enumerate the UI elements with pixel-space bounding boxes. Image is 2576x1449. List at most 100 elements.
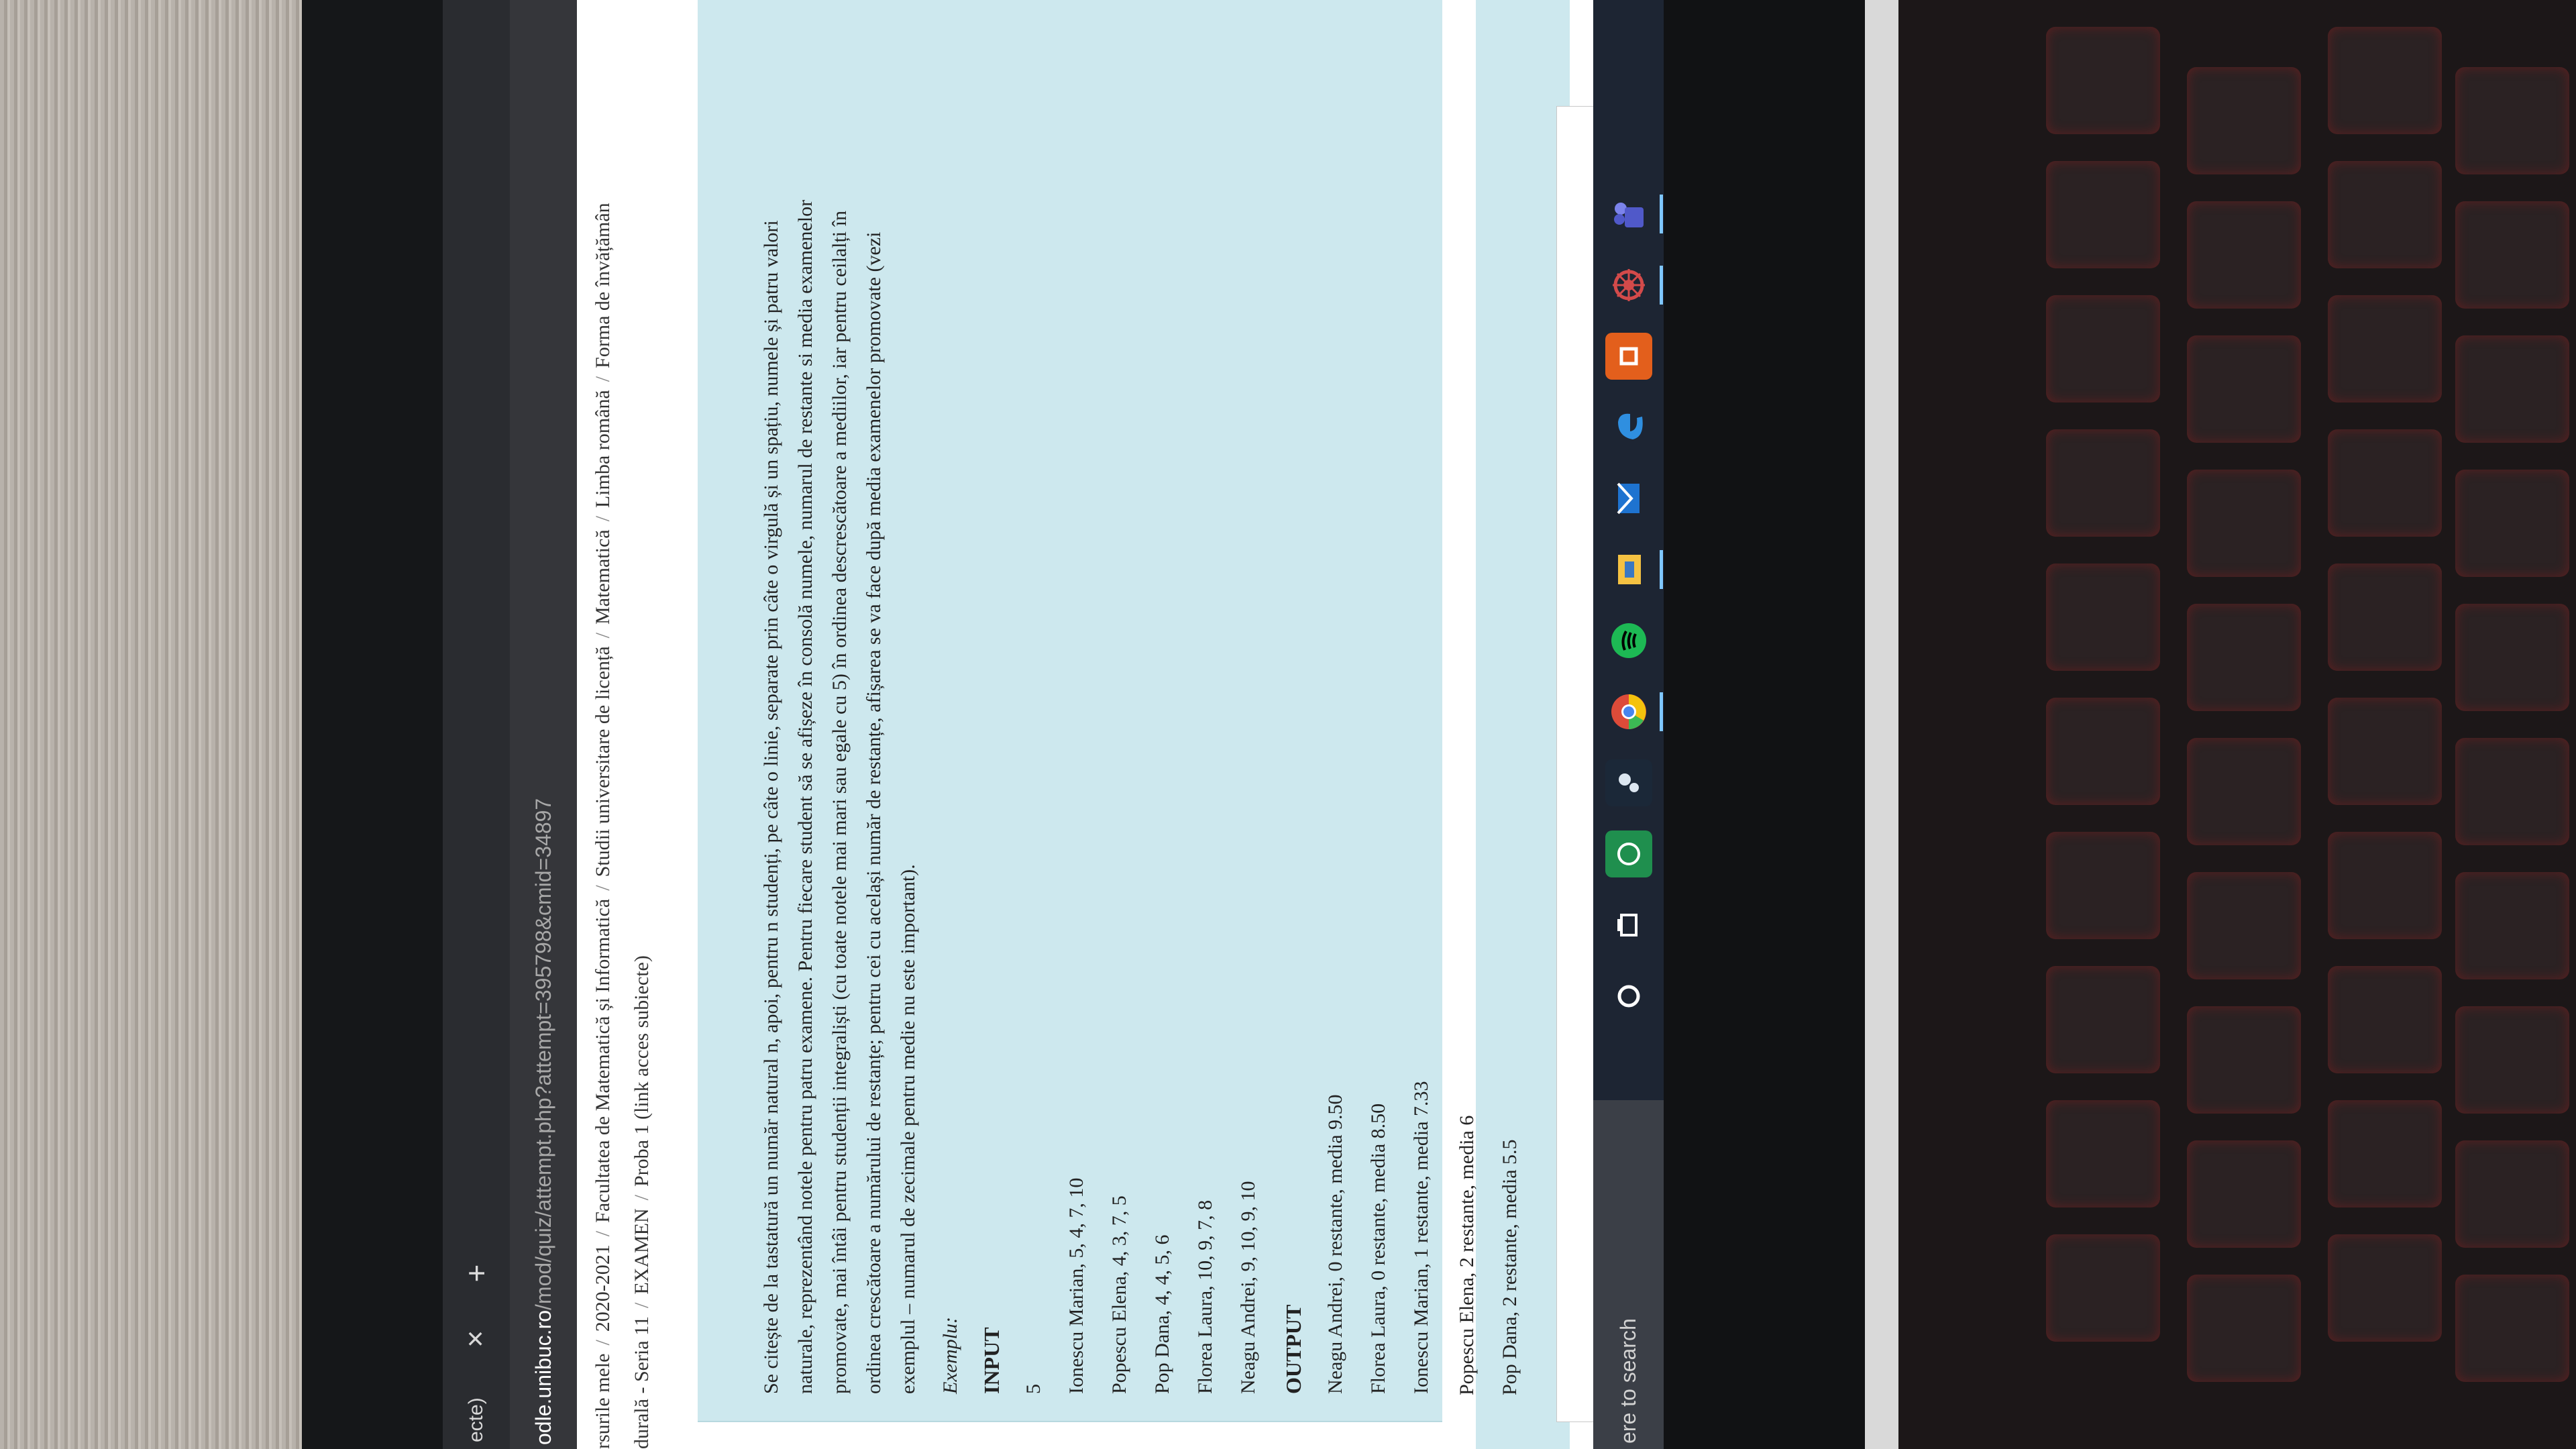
question-box-continued: Popescu Elena, 2 restante, media 6 Pop D… <box>1456 0 1570 1449</box>
office-icon[interactable] <box>1605 333 1652 380</box>
laptop-hinge <box>1865 0 1898 1449</box>
mail-icon[interactable] <box>1605 475 1652 522</box>
breadcrumb-item[interactable]: Studii universitare de licență <box>592 646 614 877</box>
windows-taskbar: ere to search <box>1593 0 1664 1449</box>
output-line: Ionescu Marian, 1 restante, media 7.33 <box>1410 1081 1432 1394</box>
question-line: Se citește de la tastatură un număr natu… <box>760 220 782 1394</box>
taskbar-search[interactable]: ere to search <box>1593 1100 1664 1449</box>
keyboard-key <box>2328 1100 2442 1208</box>
edge-icon[interactable] <box>1605 404 1652 451</box>
keyboard-key <box>2187 470 2301 577</box>
keyboard-key <box>2328 429 2442 537</box>
keyboard-key <box>2328 564 2442 671</box>
input-line: 5 <box>1022 1384 1044 1394</box>
keyboard-key <box>2046 832 2160 939</box>
spotify-icon[interactable] <box>1605 617 1652 664</box>
whatsapp-icon[interactable] <box>1605 830 1652 877</box>
cortana-icon[interactable] <box>1605 973 1652 1020</box>
keyboard-key <box>2046 1100 2160 1208</box>
keyboard-key <box>2046 564 2160 671</box>
file-explorer-icon[interactable] <box>1605 546 1652 593</box>
keyboard-key <box>2328 832 2442 939</box>
input-line: Neagu Andrei, 9, 10, 9, 10 <box>1237 1181 1259 1394</box>
question-line: promovate, mai întâi pentru studenții in… <box>828 211 851 1394</box>
keyboard-key <box>2187 335 2301 443</box>
question-line: ordinea crescătoare a numărului de resta… <box>863 231 885 1394</box>
browser-tab-bar: ecte) ✕ + <box>443 0 510 1449</box>
breadcrumb-item[interactable]: Matematică <box>592 529 614 625</box>
breadcrumb-item[interactable]: Limba română <box>592 390 614 508</box>
output-line: Neagu Andrei, 0 restante, media 9.50 <box>1324 1094 1346 1394</box>
laptop-screen: ecte) ✕ + odle.unibuc.ro/mod/quiz/attemp… <box>443 0 1664 1449</box>
background-curtain <box>0 0 309 1449</box>
keyboard-key <box>2046 27 2160 134</box>
keyboard-key <box>2455 872 2569 979</box>
keyboard-key <box>2046 161 2160 268</box>
keyboard-key <box>2455 470 2569 577</box>
keyboard-key <box>2187 604 2301 711</box>
keyboard-key <box>2187 1275 2301 1382</box>
search-placeholder: ere to search <box>1616 1318 1640 1444</box>
laptop-keyboard <box>1898 0 2576 1449</box>
chrome-icon[interactable] <box>1605 688 1652 735</box>
moodle-page: rsurile mele / 2020-2021 / Facultatea de Mat… <box>577 0 1605 1449</box>
keyboard-key <box>2328 966 2442 1073</box>
breadcrumb-separator: / <box>631 1195 653 1201</box>
keyboard-key <box>2187 1006 2301 1114</box>
steam-icon[interactable] <box>1605 759 1652 806</box>
question-text: Se citește de la tastatură un număr natu… <box>754 66 925 1394</box>
keyboard-key <box>2455 1006 2569 1114</box>
breadcrumb-separator: / <box>592 885 614 891</box>
keyboard-key <box>2328 698 2442 805</box>
keyboard-key <box>2046 429 2160 537</box>
keyboard-key <box>2046 966 2160 1073</box>
input-line: Ionescu Marian, 5, 4, 7, 10 <box>1065 1177 1087 1394</box>
keyboard-key <box>2187 872 2301 979</box>
teams-icon[interactable] <box>1605 191 1652 237</box>
breadcrumb-item[interactable]: Forma de învățămân <box>592 203 614 368</box>
input-line: Pop Dana, 4, 4, 5, 6 <box>1151 1234 1173 1394</box>
keyboard-key <box>2328 27 2442 134</box>
question-line: naturale, reprezentând notele pentru pat… <box>794 199 816 1394</box>
breadcrumb-second-line: durală - Seria 11 / EXAMEN / Proba 1 (link a… <box>631 0 664 1449</box>
breadcrumb-item[interactable]: rsurile mele <box>592 1354 614 1449</box>
task-view-icon[interactable] <box>1605 902 1652 949</box>
keyboard-key <box>2046 1234 2160 1342</box>
keyboard-key <box>2455 738 2569 845</box>
url-host: odle.unibuc.ro <box>531 1309 555 1445</box>
new-tab-button[interactable]: + <box>458 1265 494 1283</box>
breadcrumb-item[interactable]: Proba 1 (link acces subiecte) <box>631 955 653 1187</box>
close-tab-icon[interactable]: ✕ <box>463 1330 490 1349</box>
keyboard-key <box>2455 604 2569 711</box>
question-box: Se citește de la tastatură un număr natu… <box>698 0 1442 1422</box>
keyboard-key <box>2455 67 2569 174</box>
question-line: exemplul – numarul de zecimale pentru me… <box>897 864 919 1394</box>
output-line: Popescu Elena, 2 restante, media 6 <box>1456 1115 1478 1395</box>
keyboard-key <box>2046 295 2160 402</box>
breadcrumb-item[interactable]: durală - Seria 11 <box>631 1316 653 1449</box>
breadcrumb-separator: / <box>592 516 614 522</box>
keyboard-key <box>2455 1140 2569 1248</box>
keyboard-key <box>2187 1140 2301 1248</box>
breadcrumb-separator: / <box>592 1230 614 1237</box>
keyboard-key <box>2328 1234 2442 1342</box>
settings-icon[interactable] <box>1605 262 1652 309</box>
breadcrumb-separator: / <box>631 1302 653 1309</box>
breadcrumb-item[interactable]: Facultatea de Matematică și Informatică <box>592 899 614 1223</box>
breadcrumb-separator: / <box>592 633 614 639</box>
keyboard-key <box>2187 738 2301 845</box>
url-path: /mod/quiz/attempt.php?attempt=395798&cmi… <box>531 798 555 1310</box>
breadcrumb-item[interactable]: 2020-2021 <box>592 1244 614 1332</box>
keyboard-key <box>2187 201 2301 309</box>
input-heading: INPUT <box>979 1327 1004 1394</box>
breadcrumb-separator: / <box>592 376 614 382</box>
output-line: Pop Dana, 2 restante, media 5.5 <box>1499 1139 1521 1395</box>
keyboard-key <box>2046 698 2160 805</box>
keyboard-key <box>2455 201 2569 309</box>
browser-tab-title[interactable]: ecte) <box>465 1362 488 1449</box>
input-line: Florea Laura, 10, 9, 7, 8 <box>1194 1199 1216 1394</box>
browser-address-bar[interactable]: odle.unibuc.ro/mod/quiz/attempt.php?atte… <box>510 0 577 1449</box>
laptop-bezel-bottom <box>1664 0 1865 1449</box>
breadcrumb-item[interactable]: EXAMEN <box>631 1208 653 1294</box>
keyboard-key <box>2187 67 2301 174</box>
